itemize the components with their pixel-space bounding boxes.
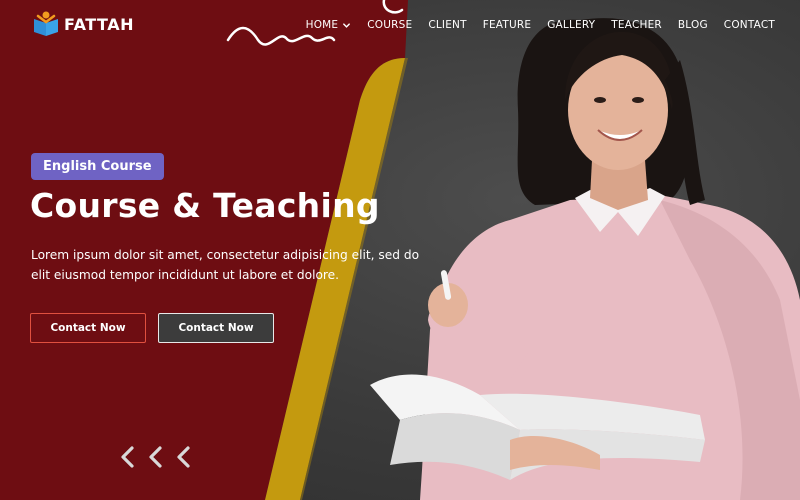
hero-description: Lorem ipsum dolor sit amet, consectetur … bbox=[31, 248, 420, 282]
nav-item-label: HOME bbox=[305, 19, 339, 31]
course-badge: English Course bbox=[31, 153, 164, 180]
nav-item-feature[interactable]: FEATURE bbox=[483, 19, 531, 31]
chevron-down-icon bbox=[343, 22, 351, 28]
nav-item-home[interactable]: HOME bbox=[306, 19, 352, 31]
nav-item-teacher[interactable]: TEACHER bbox=[611, 19, 662, 31]
nav-item-gallery[interactable]: GALLERY bbox=[547, 19, 595, 31]
slider-arrows bbox=[118, 445, 192, 469]
contact-now-button-secondary[interactable]: Contact Now bbox=[158, 313, 274, 343]
contact-now-button-primary[interactable]: Contact Now bbox=[30, 313, 146, 343]
chevron-left-icon[interactable] bbox=[174, 445, 192, 469]
main-nav: HOME COURSE CLIENT FEATURE GALLERY TEACH… bbox=[306, 19, 775, 31]
nav-item-blog[interactable]: BLOG bbox=[678, 19, 708, 31]
brand-name: FATTAH bbox=[64, 14, 134, 34]
hero-title: Course & Teaching bbox=[30, 186, 380, 225]
site-header: FATTAH HOME COURSE CLIENT FEATURE GALLER… bbox=[0, 0, 800, 52]
nav-item-course[interactable]: COURSE bbox=[367, 19, 412, 31]
brand-logo[interactable]: FATTAH bbox=[32, 10, 134, 38]
nav-item-contact[interactable]: CONTACT bbox=[724, 19, 775, 31]
nav-item-client[interactable]: CLIENT bbox=[428, 19, 466, 31]
decorative-arc bbox=[382, 0, 404, 14]
book-reader-logo-icon bbox=[34, 11, 58, 36]
chevron-left-icon[interactable] bbox=[118, 445, 136, 469]
chevron-left-icon[interactable] bbox=[146, 445, 164, 469]
hero-section: FATTAH HOME COURSE CLIENT FEATURE GALLER… bbox=[0, 0, 800, 500]
